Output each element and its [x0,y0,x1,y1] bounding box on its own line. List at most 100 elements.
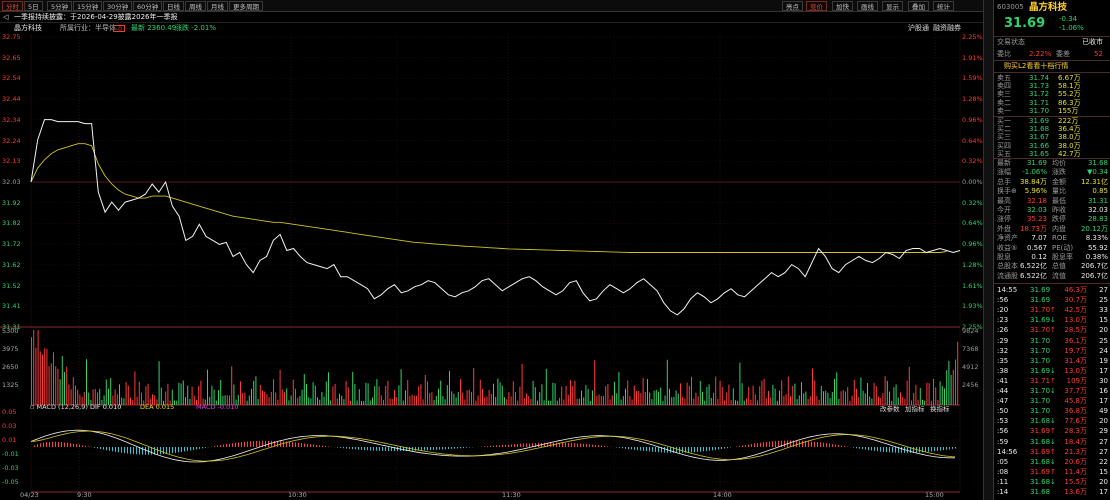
volume-bar [288,400,290,405]
volume-bar [827,392,829,405]
volume-bar [706,387,708,405]
margin-link[interactable]: 融资融券 [933,23,961,34]
intraday-chart[interactable] [0,34,983,500]
period-tab[interactable]: 分时 [2,1,23,11]
volume-bar [798,395,800,405]
chart-tool-button[interactable]: 竞价 [806,1,827,11]
tick-row[interactable]: :05 31.68↓ 20.6万 22 [994,458,1110,467]
tick-count: 25 [1099,296,1108,305]
vertical-scrollbar[interactable] [983,0,993,500]
tick-row[interactable]: :35 31.70 31.4万 19 [994,357,1110,366]
stat-row: 股息 0.12 股息率 0.38% [994,253,1110,262]
ask-row[interactable]: 卖一 31.70 155万 [994,107,1110,116]
volume-bar [585,385,587,405]
tick-row[interactable]: :59 31.68↓ 18.4万 27 [994,438,1110,447]
tick-row[interactable]: :23 31.69↓ 13.0万 15 [994,316,1110,325]
volume-bar [816,396,818,405]
period-tab[interactable]: 日线 [163,1,184,11]
tick-row[interactable]: :47 31.70 45.8万 17 [994,397,1110,406]
tick-row[interactable]: :32 31.70 19.7万 24 [994,347,1110,356]
l2-banner[interactable]: 购买L2看看十档行情 [994,62,1110,71]
macd-bar [283,441,284,447]
period-tab[interactable]: 月线 [207,1,228,11]
stat-value: 38.84万 [1019,177,1047,186]
tick-row[interactable]: :20 31.70↑ 42.5万 33 [994,306,1110,315]
tick-row[interactable]: :41 31.71↑ 109万 30 [994,377,1110,386]
macd-bar [40,443,41,447]
tick-row[interactable]: :44 31.70↓ 37.7万 16 [994,387,1110,396]
macd-bar [313,444,314,447]
volume-bar [950,374,952,405]
tick-row[interactable]: :26 31.70↑ 28.5万 20 [994,326,1110,335]
period-tab[interactable]: 30分钟 [103,1,133,11]
tick-count: 27 [1099,437,1108,446]
macd-bar [307,443,308,447]
volume-bar [653,390,655,405]
edit-params-link[interactable]: 改参数 [880,403,900,413]
period-tab[interactable]: 周线 [185,1,206,11]
macd-bar [832,444,833,447]
tick-row[interactable]: :08 31.69↑ 11.4万 15 [994,468,1110,477]
chart-tool-button[interactable]: 显示 [882,1,903,11]
volume-bar [471,391,472,405]
volume-bar [673,396,675,405]
stat-value: 7.07 [1031,234,1047,243]
period-tab[interactable]: 5分钟 [47,1,73,11]
chart-tool-button[interactable]: 画线 [857,1,878,11]
volume-bar [506,399,508,405]
stat-row: 总股本 6.522亿 总值 206.7亿 [994,262,1110,271]
period-tab[interactable]: 更多周期 [229,1,263,11]
volume-bar [242,392,244,405]
macd-bar [520,443,521,447]
industry-label[interactable]: 所属行业：半导体 [60,23,116,34]
volume-bar [952,369,954,405]
tick-row[interactable]: :14 31.68 13.6万 17 [994,488,1110,497]
tick-row[interactable]: :56 31.69 30.7万 25 [994,296,1110,305]
tick-row[interactable]: :50 31.70 36.8万 49 [994,407,1110,416]
tick-row[interactable]: :56 31.69↑ 28.3万 29 [994,427,1110,436]
tick-row[interactable]: 14:56 31.69↑ 21.3万 27 [994,448,1110,457]
tick-row[interactable]: :38 31.69↓ 13.0万 17 [994,367,1110,376]
add-indicator-link[interactable]: 加指标 [905,403,925,413]
volume-bar [457,391,459,405]
macd-bar [742,445,743,447]
volume-bar [946,370,948,405]
tick-time: :59 [997,437,1009,446]
period-tab[interactable]: 5日 [24,1,43,11]
period-tab[interactable]: 60分钟 [133,1,163,11]
chart-tool-button[interactable]: 加快 [832,1,853,11]
macd-bar [169,447,170,454]
macd-dropdown[interactable]: ▫ MACD (12,26,9) [30,403,88,412]
tick-row[interactable]: :53 31.68↓ 77.6万 20 [994,417,1110,426]
stock-name[interactable]: 晶方科技 [1029,2,1067,13]
volume-bar [446,385,448,405]
volume-bar [255,376,257,405]
hk-connect-link[interactable]: 沪股通 [908,23,929,34]
tick-time: :11 [997,477,1009,486]
tick-row[interactable]: :29 31.70 36.1万 25 [994,337,1110,346]
volume-bar [334,383,336,405]
volume-bar [671,397,673,405]
chart-tool-button[interactable]: 亮点 [782,1,803,11]
notice-text[interactable]: 一季报持续披露：于2026-04-29披露2026年一季报 [14,12,178,23]
vol-axis-right: 9824 [962,327,979,335]
macd-bar [130,447,131,454]
tick-row[interactable]: 14:55 31.69 46.3万 27 [994,286,1110,295]
volume-bar [400,369,402,405]
volume-bar [532,380,534,405]
macd-bar [259,440,260,447]
switch-indicator-link[interactable]: 换指标 [930,403,950,413]
tick-row[interactable]: :11 31.68↓ 15.5万 20 [994,478,1110,487]
price-axis-label: 31.92 [2,198,21,207]
status-label: 交易状态 [997,38,1025,46]
macd-bar [391,447,392,452]
volume-bar [44,348,46,405]
chart-tool-button[interactable]: 叠加 [908,1,929,11]
volume-bar [862,390,864,405]
chart-tool-button[interactable]: 统计 [933,1,954,11]
tick-count: 17 [1099,488,1108,496]
percent-axis-label: 1.28% [962,95,983,104]
volume-bar [453,393,455,405]
period-tab[interactable]: 15分钟 [73,1,103,11]
tick-volume: 36.1万 [1064,336,1087,345]
